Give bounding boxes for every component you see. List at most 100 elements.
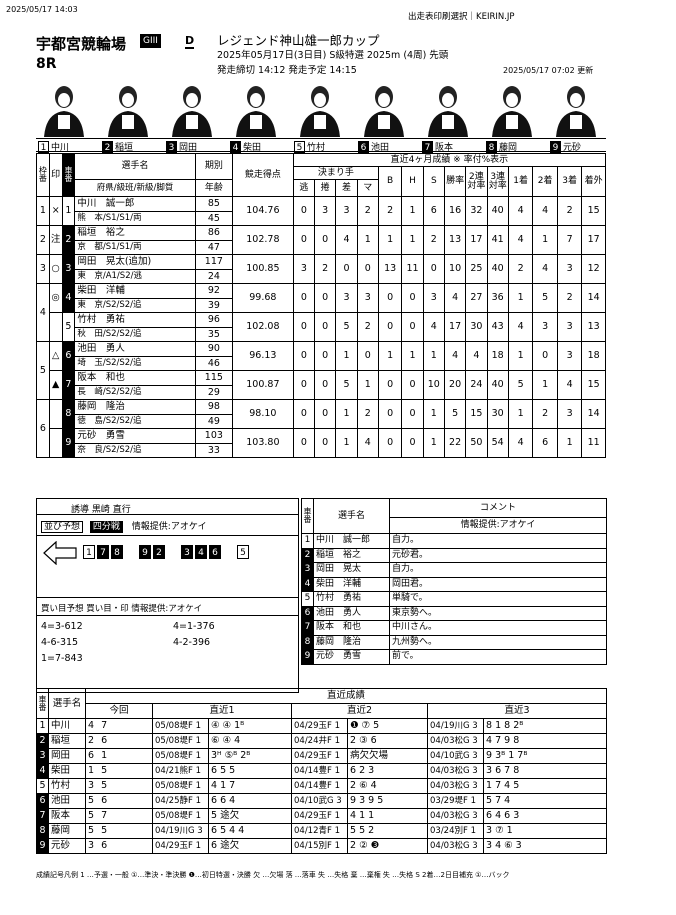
rider-name: 阪本 和也: [74, 370, 196, 386]
car-number-cell: 6: [61, 341, 76, 371]
comment-text: 東京勢へ。: [389, 605, 607, 621]
recent-r1-date: 05/08堤F 1: [152, 808, 209, 824]
rider-period: 96: [194, 312, 234, 328]
kimarite-cell: 0: [314, 341, 337, 371]
stat-win: 16: [443, 196, 467, 226]
rider-pref: 東 京/A1/S2/逃: [74, 269, 196, 284]
photo-label-name: 阪本: [435, 143, 454, 153]
stat-h: 0: [401, 370, 424, 400]
line-car-box: 8: [111, 545, 123, 559]
stat-f3: 1: [556, 428, 583, 458]
rider-pref: 奈 良/S2/S2/追: [74, 443, 196, 458]
comment-name: 中川 誠一郎: [313, 533, 390, 549]
kimarite-cell: 0: [292, 428, 316, 458]
stat-out: 12: [581, 254, 606, 284]
mark-cell: [48, 428, 63, 458]
recent-r3-date: 03/29堤F 1: [427, 793, 484, 809]
col-f3: 3着: [556, 166, 583, 197]
photo-label: 3 岡田: [166, 140, 197, 153]
comment-name: 竹村 勇祐: [313, 591, 390, 607]
col-r2: 2連対率: [465, 166, 488, 197]
col-pref: 府県/級班/新級/脚質: [74, 179, 196, 197]
rider-age: 35: [194, 327, 234, 342]
kimarite-cell: 0: [292, 225, 316, 255]
stat-s: 1: [422, 428, 445, 458]
stat-f3: 3: [556, 399, 583, 429]
car-number-badge: 3: [166, 141, 177, 153]
recent-r2-results: 9 3 9 5: [347, 793, 428, 809]
entry-table: 枠番 印 車番 選手名 期別 競走得点 直近4ヶ月成績 ※ 率付%表示 決まり手…: [36, 153, 607, 458]
rider-photo: [106, 81, 148, 137]
col-f2: 2着: [532, 166, 558, 197]
comment-text: 岡田君。: [389, 576, 607, 592]
recent-today: 3 5: [85, 778, 153, 794]
stat-f2: 6: [532, 428, 558, 458]
mark-cell: ×: [48, 196, 63, 226]
stat-h: 1: [401, 225, 424, 255]
comment-car: 5: [301, 591, 314, 607]
rider-age: 33: [194, 443, 234, 458]
kimarite-cell: 0: [292, 312, 316, 342]
rider-score: 98.10: [232, 399, 294, 429]
stat-s: 1: [422, 399, 445, 429]
comment-car: 2: [301, 547, 314, 563]
kimarite-cell: 1: [335, 341, 358, 371]
col-waku: 枠番: [36, 153, 50, 197]
col-mark: 印: [48, 153, 63, 197]
recent-r1-results: 6 5 5: [208, 763, 292, 779]
rider-pref: 長 崎/S2/S2/追: [74, 385, 196, 400]
rider-age: 46: [194, 356, 234, 371]
line-car-box: 1: [83, 545, 95, 559]
rider-pref: 埼 玉/S2/S2/追: [74, 356, 196, 371]
photo-label-name: 中川: [51, 143, 70, 153]
stat-b: 1: [377, 341, 403, 371]
waku-cell: 2: [36, 225, 50, 255]
rider-photo: [362, 81, 404, 137]
kimarite-cell: 0: [335, 254, 358, 284]
photo-label-name: 竹村: [307, 143, 326, 153]
stat-out: 14: [581, 283, 606, 313]
rider-photo: [554, 81, 596, 137]
recent-name: 池田: [48, 793, 86, 809]
car-number-badge: 5: [294, 141, 305, 153]
recent-r1-results: 6 5 4 4: [208, 823, 292, 839]
stat-r3: 18: [486, 341, 509, 371]
recent-r3-date: 04/03松G 3: [427, 778, 484, 794]
stat-r3: 36: [486, 283, 509, 313]
recent-r3-results: 1 7 4 5: [483, 778, 607, 794]
recent-col-car: 車番: [36, 688, 49, 719]
recent-r1-date: 04/21熊F 1: [152, 763, 209, 779]
rider-pref: 徳 島/S2/S2/追: [74, 414, 196, 429]
stat-out: 14: [581, 399, 606, 429]
photo-label: 8 藤岡: [486, 140, 517, 153]
recent-name: 中川: [48, 718, 86, 734]
comment-text: 中川さん。: [389, 620, 607, 636]
comment-car: 6: [301, 605, 314, 621]
race-info: 2025年05月17日(3日目) S級特選 2025m (4周) 先頭: [217, 50, 449, 61]
recent-r1-results: 4 1 7: [208, 778, 292, 794]
comment-car: 3: [301, 562, 314, 578]
stat-f2: 1: [532, 370, 558, 400]
kimarite-cell: 0: [356, 254, 379, 284]
update-time: 2025/05/17 07:02 更新: [503, 66, 594, 75]
photo-label-name: 岡田: [179, 143, 198, 153]
recent-name: 柴田: [48, 763, 86, 779]
mark-cell: [48, 399, 63, 429]
comment-text: 自力。: [389, 562, 607, 578]
waku-cell: 1: [36, 196, 50, 226]
stat-win: 4: [443, 283, 467, 313]
car-number-badge: 9: [550, 141, 561, 153]
recent-r1-date: 05/08堤F 1: [152, 733, 209, 749]
photo-label-name: 藤岡: [499, 143, 518, 153]
photo-label: 1 中川: [38, 140, 69, 153]
stat-f2: 3: [532, 312, 558, 342]
car-number-cell: 7: [61, 370, 76, 400]
stat-s: 6: [422, 196, 445, 226]
col-b: B: [377, 166, 403, 197]
stat-out: 11: [581, 428, 606, 458]
stat-f1: 1: [507, 283, 534, 313]
recent-car: 4: [36, 763, 49, 779]
recent-r1-results: 6 途欠: [208, 838, 292, 854]
mark-cell: △: [48, 341, 63, 371]
recent-col-r1: 直近1: [152, 703, 292, 719]
